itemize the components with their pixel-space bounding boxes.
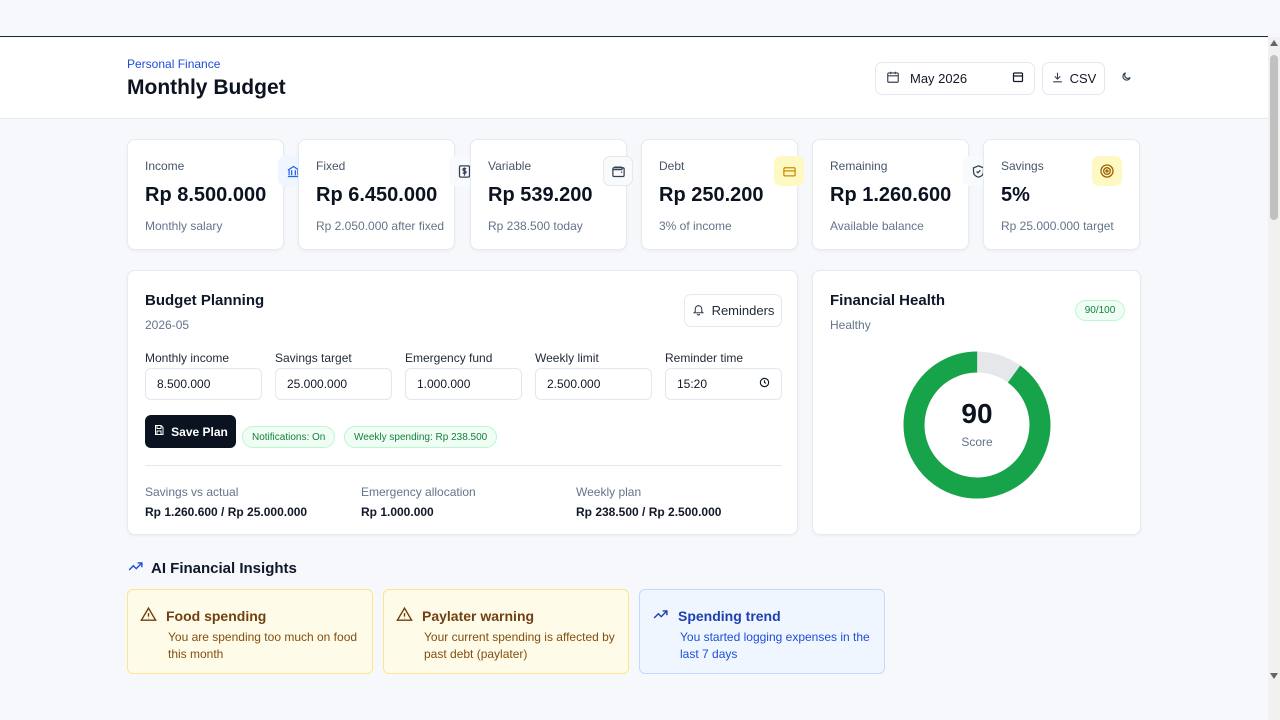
stat-label: Fixed — [316, 159, 346, 173]
stat-value: Rp 1.260.600 — [830, 184, 952, 206]
weekly-spending-pill: Weekly spending: Rp 238.500 — [344, 426, 498, 448]
save-icon — [153, 424, 165, 439]
month-picker[interactable]: May 2026 — [875, 62, 1035, 95]
stat-value: Rp 8.500.000 — [145, 184, 267, 206]
ai-insights-heading: AI Financial Insights — [127, 558, 297, 579]
trend-up-icon — [127, 558, 144, 579]
health-score-badge: 90/100 — [1075, 300, 1125, 321]
insight-text: You are spending too much on food this m… — [168, 630, 358, 661]
warning-icon — [140, 606, 157, 626]
insight-title: Spending trend — [678, 608, 781, 624]
savings-target-label: Savings target — [275, 351, 352, 365]
savings-target-value: 25.000.000 — [287, 377, 348, 391]
scroll-thumb[interactable] — [1270, 55, 1278, 220]
warning-icon — [396, 606, 413, 626]
emergency-fund-label: Emergency fund — [405, 351, 493, 365]
stat-subtext: Available balance — [830, 219, 924, 233]
savings-vs-actual-label: Savings vs actual — [145, 485, 239, 499]
emergency-fund-value: 1.000.000 — [417, 377, 471, 391]
stat-subtext: Rp 238.500 today — [488, 219, 583, 233]
budget-planning-title: Budget Planning — [145, 292, 265, 309]
csv-export-button[interactable]: CSV — [1042, 62, 1105, 95]
stat-subtext: 3% of income — [659, 219, 732, 233]
weekly-plan-label: Weekly plan — [576, 485, 642, 499]
emergency-fund-input[interactable]: 1.000.000 — [405, 368, 522, 400]
savings-target-input[interactable]: 25.000.000 — [275, 368, 392, 400]
csv-label: CSV — [1069, 71, 1097, 86]
insight-text: You started logging expenses in the last… — [680, 630, 870, 661]
reminders-button[interactable]: Reminders — [684, 294, 782, 327]
insight-title: Food spending — [166, 608, 267, 624]
stat-card-variable: Variable Rp 539.200 Rp 238.500 today — [470, 139, 633, 250]
stat-label: Savings — [1001, 159, 1044, 173]
wallet-icon — [603, 156, 633, 186]
calendar-picker-icon[interactable] — [1012, 71, 1024, 86]
theme-toggle-button[interactable] — [1116, 68, 1136, 88]
stat-card-debt: Debt Rp 250.200 3% of income — [641, 139, 804, 250]
save-plan-button[interactable]: Save Plan — [145, 415, 236, 448]
target-icon — [1092, 156, 1122, 186]
savings-vs-actual-value: Rp 1.260.600 / Rp 25.000.000 — [145, 505, 308, 519]
stat-label: Income — [145, 159, 185, 173]
ai-insights-title: AI Financial Insights — [151, 560, 297, 577]
calendar-icon — [886, 70, 900, 87]
stat-value: Rp 6.450.000 — [316, 184, 438, 206]
financial-health-status: Healthy — [830, 318, 871, 332]
stat-card-remaining: Remaining Rp 1.260.600 Available balance — [812, 139, 993, 250]
stat-label: Remaining — [830, 159, 888, 173]
bell-icon — [692, 303, 705, 319]
stat-label: Variable — [488, 159, 532, 173]
budget-planning-card: Budget Planning 2026-05 Reminders Monthl… — [127, 270, 798, 535]
stat-value: Rp 250.200 — [659, 184, 764, 206]
weekly-limit-value: 2.500.000 — [547, 377, 601, 391]
health-score-value: 90 — [961, 398, 993, 429]
monthly-income-value: 8.500.000 — [157, 377, 211, 391]
stat-value: Rp 539.200 — [488, 184, 593, 206]
stat-label: Debt — [659, 159, 685, 173]
weekly-limit-input[interactable]: 2.500.000 — [535, 368, 652, 400]
planning-divider — [145, 465, 782, 466]
reminder-time-value: 15:20 — [677, 377, 708, 391]
stat-value: 5% — [1001, 184, 1030, 206]
browser-top-strip — [0, 0, 1268, 37]
stat-card-income: Income Rp 8.500.000 Monthly salary — [127, 139, 308, 250]
reminders-label: Reminders — [711, 303, 775, 318]
page-eyebrow: Personal Finance — [127, 57, 221, 71]
moon-icon — [1121, 69, 1132, 87]
budget-planning-period: 2026-05 — [145, 318, 190, 332]
monthly-income-input[interactable]: 8.500.000 — [145, 368, 262, 400]
stat-card-savings: Savings 5% Rp 25.000.000 target — [983, 139, 1140, 250]
stat-card-fixed: Fixed Rp 6.450.000 Rp 2.050.000 after fi… — [298, 139, 479, 250]
financial-health-card: Financial Health Healthy 90/100 90 Score — [812, 270, 1141, 535]
financial-health-title: Financial Health — [830, 292, 946, 309]
credit-card-icon — [774, 156, 804, 186]
scroll-down-arrow[interactable] — [1270, 673, 1278, 679]
weekly-limit-label: Weekly limit — [535, 351, 599, 365]
stat-subtext: Rp 25.000.000 target — [1001, 219, 1114, 233]
health-score-label: Score — [961, 435, 993, 449]
monthly-income-label: Monthly income — [145, 351, 230, 365]
notifications-status-pill: Notifications: On — [242, 426, 336, 448]
month-value: May 2026 — [910, 71, 968, 86]
reminder-time-label: Reminder time — [665, 351, 744, 365]
insight-title: Paylater warning — [422, 608, 535, 624]
page-title: Monthly Budget — [127, 76, 286, 99]
insight-card-paylater: Paylater warning Your current spending i… — [383, 589, 629, 674]
emergency-allocation-value: Rp 1.000.000 — [361, 505, 434, 519]
scroll-up-arrow[interactable] — [1270, 40, 1278, 46]
weekly-plan-value: Rp 238.500 / Rp 2.500.000 — [576, 505, 722, 519]
clock-icon[interactable] — [759, 377, 770, 391]
insight-card-food: Food spending You are spending too much … — [127, 589, 373, 674]
trend-up-icon — [652, 606, 669, 626]
insight-card-trend: Spending trend You started logging expen… — [639, 589, 885, 674]
page-scrollbar[interactable] — [1268, 37, 1280, 720]
emergency-allocation-label: Emergency allocation — [361, 485, 476, 499]
insight-text: Your current spending is affected by pas… — [424, 630, 615, 661]
stat-subtext: Monthly salary — [145, 219, 223, 233]
reminder-time-input[interactable]: 15:20 — [665, 368, 782, 400]
page-header: Personal Finance Monthly Budget May 2026… — [0, 38, 1268, 119]
download-icon — [1051, 71, 1064, 87]
save-plan-label: Save Plan — [171, 424, 228, 439]
stat-subtext: Rp 2.050.000 after fixed — [316, 219, 445, 233]
